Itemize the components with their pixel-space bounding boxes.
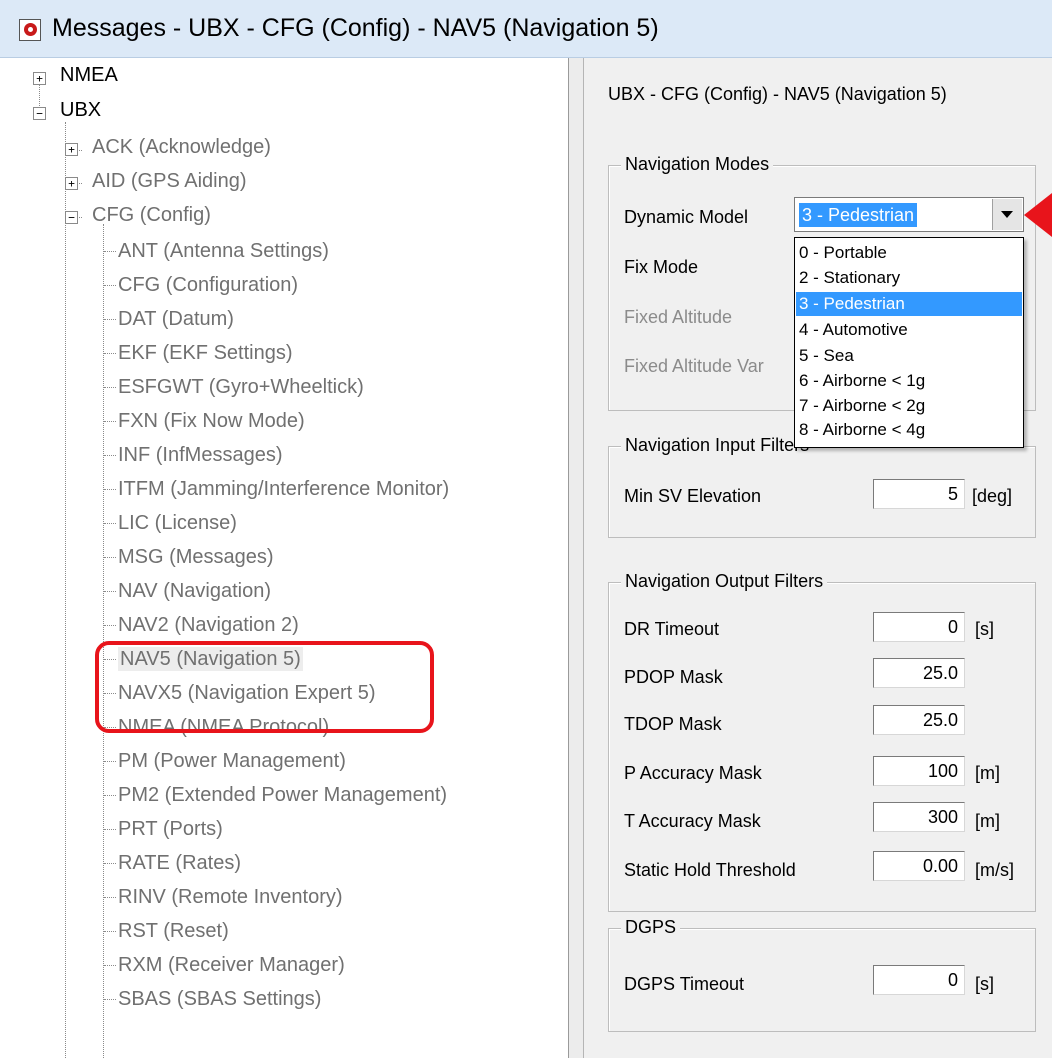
tree-item-ekf[interactable]: EKF (EKF Settings) [118,341,293,365]
dgps-timeout-unit: [s] [975,974,995,994]
dr-timeout-label: DR Timeout [624,619,720,639]
p-accuracy-mask-label: P Accuracy Mask [624,763,762,783]
tree-node-cfg[interactable]: CFG (Config) [92,203,211,227]
tree-node-nmea[interactable]: NMEA [60,63,118,87]
min-sv-elevation-label: Min SV Elevation [624,486,762,506]
tree-node-aid[interactable]: AID (GPS Aiding) [92,169,247,193]
tree-item-pm2[interactable]: PM2 (Extended Power Management) [118,783,447,807]
tree-item-cfg[interactable]: CFG (Configuration) [118,273,298,297]
p-accuracy-mask-unit: [m] [975,763,1000,783]
collapse-ubx-icon[interactable]: − [33,107,46,120]
tdop-mask-input[interactable]: 25.0 [873,705,965,735]
arrow-icon [1024,193,1052,237]
min-sv-elevation-unit: [deg] [972,486,1013,506]
dgps-title: DGPS [621,917,681,938]
t-accuracy-mask-input[interactable]: 300 [873,802,965,832]
chevron-down-icon [1001,211,1013,218]
option-pedestrian[interactable]: 3 - Pedestrian [796,292,1022,316]
option-stationary[interactable]: 2 - Stationary [796,266,1022,290]
message-tree[interactable]: + NMEA − UBX + ACK (Acknowledge) + AID (… [20,58,569,1058]
dynamic-model-value: 3 - Pedestrian [799,203,918,227]
option-sea[interactable]: 5 - Sea [796,344,1022,368]
highlight-annotation [95,641,434,733]
dgps-timeout-input[interactable]: 0 [873,965,965,995]
t-accuracy-mask-unit: [m] [975,811,1000,831]
tree-item-sbas[interactable]: SBAS (SBAS Settings) [118,987,321,1011]
expand-aid-icon[interactable]: + [65,177,78,190]
tree-item-nav2[interactable]: NAV2 (Navigation 2) [118,613,299,637]
tree-item-dat[interactable]: DAT (Datum) [118,307,234,331]
tree-item-esfgwt[interactable]: ESFGWT (Gyro+Wheeltick) [118,375,364,399]
collapse-cfg-icon[interactable]: − [65,211,78,224]
tree-item-rinv[interactable]: RINV (Remote Inventory) [118,885,343,909]
tree-item-pm[interactable]: PM (Power Management) [118,749,346,773]
option-airborne-4g[interactable]: 8 - Airborne < 4g [796,418,1022,442]
tree-item-inf[interactable]: INF (InfMessages) [118,443,282,467]
navigation-modes-title: Navigation Modes [621,154,774,175]
dgps-timeout-label: DGPS Timeout [624,974,745,994]
tree-item-rxm[interactable]: RXM (Receiver Manager) [118,953,345,977]
dynamic-model-label: Dynamic Model [624,207,749,227]
dr-timeout-unit: [s] [975,619,995,639]
static-hold-threshold-unit: [m/s] [975,860,1014,880]
window-title: Messages - UBX - CFG (Config) - NAV5 (Na… [52,14,659,42]
pane-splitter[interactable] [569,58,584,1058]
tree-item-rate[interactable]: RATE (Rates) [118,851,241,875]
tree-node-ack[interactable]: ACK (Acknowledge) [92,135,271,159]
static-hold-threshold-label: Static Hold Threshold [624,860,796,880]
pdop-mask-label: PDOP Mask [624,667,723,687]
min-sv-elevation-input[interactable]: 5 [873,479,965,509]
pdop-mask-input[interactable]: 25.0 [873,658,965,688]
tree-item-ant[interactable]: ANT (Antenna Settings) [118,239,329,263]
t-accuracy-mask-label: T Accuracy Mask [624,811,761,831]
red-arrow-annotation [1024,193,1052,237]
option-portable[interactable]: 0 - Portable [796,241,1022,265]
dr-timeout-input[interactable]: 0 [873,612,965,642]
window-titlebar[interactable]: Messages - UBX - CFG (Config) - NAV5 (Na… [0,0,1052,58]
static-hold-threshold-input[interactable]: 0.00 [873,851,965,881]
option-airborne-2g[interactable]: 7 - Airborne < 2g [796,394,1022,418]
expand-ack-icon[interactable]: + [65,143,78,156]
dropdown-button[interactable] [992,199,1022,230]
tdop-mask-label: TDOP Mask [624,714,722,734]
fixed-altitude-label: Fixed Altitude [624,307,733,327]
tree-item-fxn[interactable]: FXN (Fix Now Mode) [118,409,305,433]
app-record-icon [19,19,41,41]
fixed-altitude-var-label: Fixed Altitude Var [624,356,764,376]
fix-mode-label: Fix Mode [624,257,699,277]
option-automotive[interactable]: 4 - Automotive [796,318,1022,342]
dynamic-model-select[interactable]: 3 - Pedestrian [794,197,1024,232]
expand-nmea-icon[interactable]: + [33,72,46,85]
navigation-input-filters-title: Navigation Input Filters [621,435,814,456]
option-airborne-1g[interactable]: 6 - Airborne < 1g [796,369,1022,393]
tree-item-itfm[interactable]: ITFM (Jamming/Interference Monitor) [118,477,449,501]
tree-item-msg[interactable]: MSG (Messages) [118,545,274,569]
tree-item-lic[interactable]: LIC (License) [118,511,237,535]
navigation-output-filters-title: Navigation Output Filters [621,571,828,592]
tree-item-prt[interactable]: PRT (Ports) [118,817,223,841]
message-header: UBX - CFG (Config) - NAV5 (Navigation 5) [608,84,947,104]
dynamic-model-dropdown-list[interactable]: 0 - Portable 2 - Stationary 3 - Pedestri… [794,237,1024,448]
tree-node-ubx[interactable]: UBX [60,98,101,122]
p-accuracy-mask-input[interactable]: 100 [873,756,965,786]
tree-item-rst[interactable]: RST (Reset) [118,919,229,943]
tree-item-nav[interactable]: NAV (Navigation) [118,579,271,603]
